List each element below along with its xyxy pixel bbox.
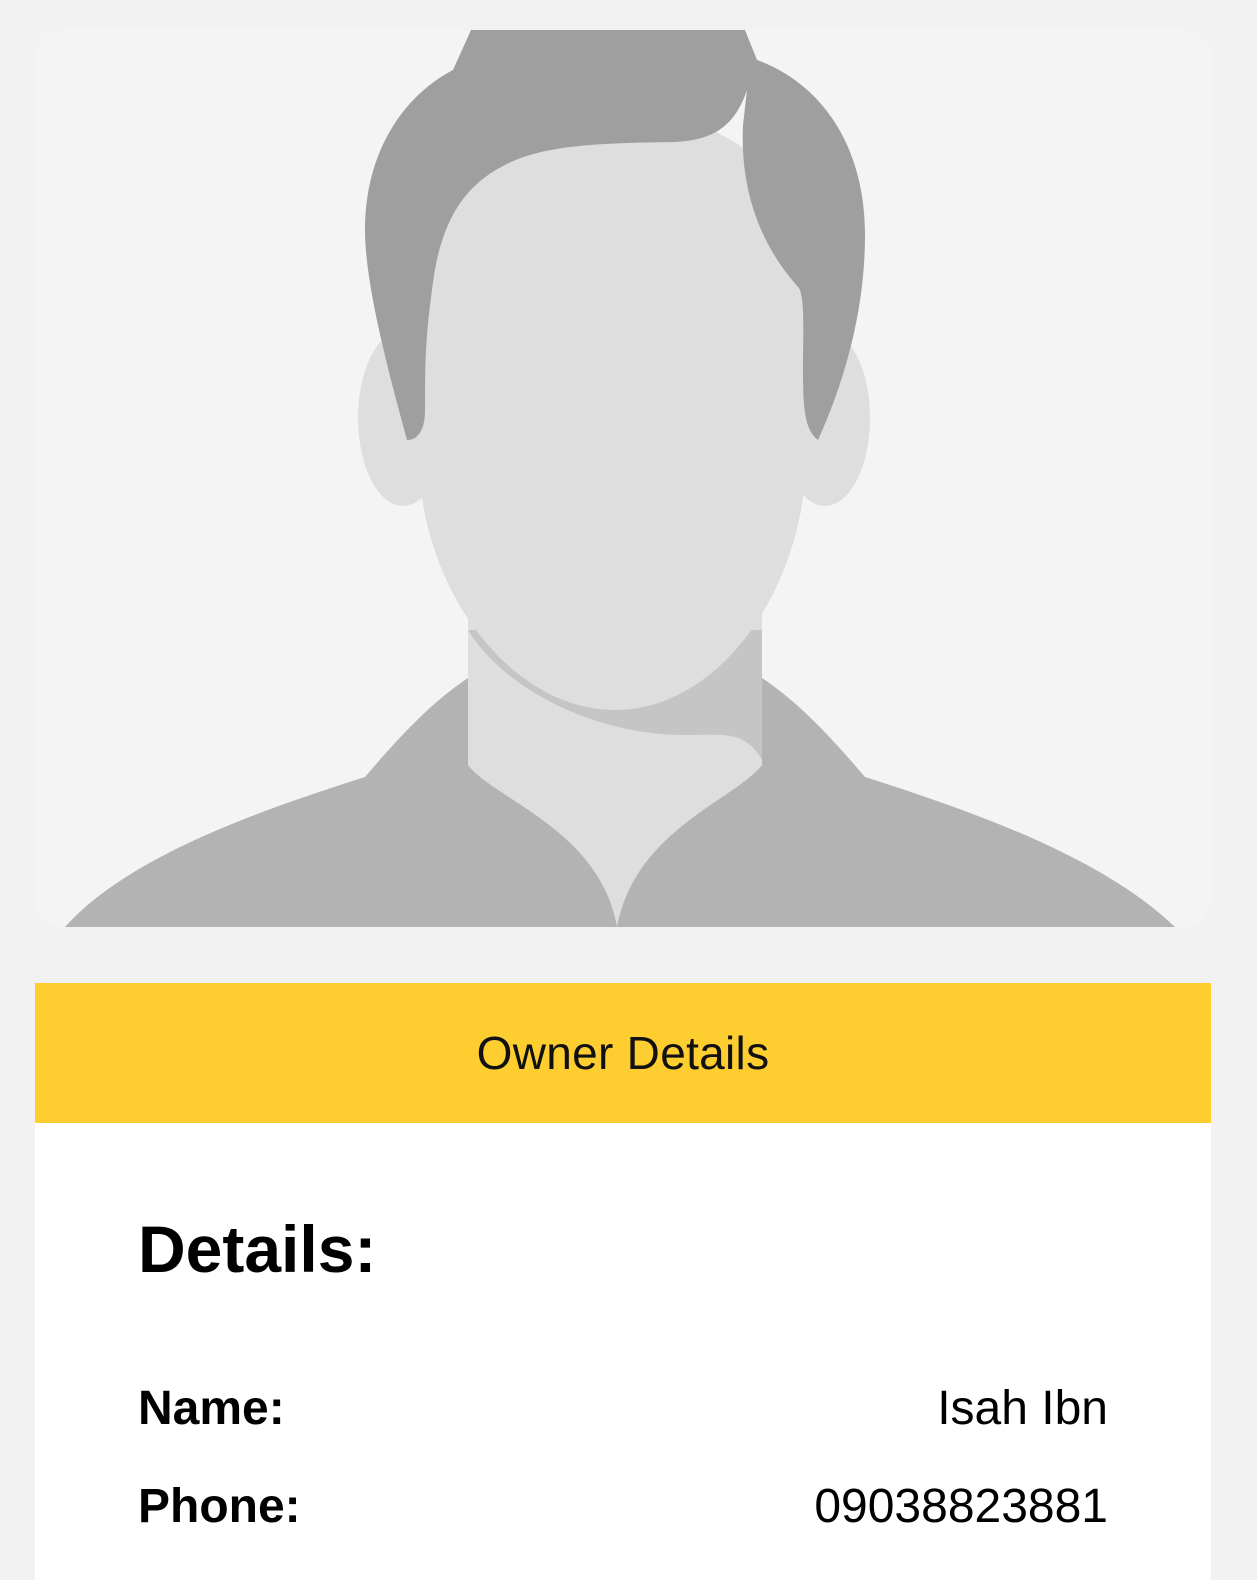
detail-row-name: Name: Isah Ibn [138, 1381, 1108, 1436]
owner-avatar [35, 30, 1211, 927]
name-label: Name: [138, 1382, 285, 1435]
banner-title: Owner Details [476, 1027, 770, 1079]
phone-label: Phone: [138, 1480, 301, 1533]
detail-row-phone: Phone: 09038823881 [138, 1479, 1108, 1534]
details-panel: Details: Name: Isah Ibn Phone: 090388238… [35, 1123, 1211, 1580]
name-value: Isah Ibn [937, 1382, 1108, 1435]
phone-value[interactable]: 09038823881 [814, 1479, 1108, 1534]
person-silhouette-icon [65, 30, 1175, 927]
details-heading: Details: [138, 1212, 377, 1286]
owner-details-banner: Owner Details [35, 983, 1211, 1123]
